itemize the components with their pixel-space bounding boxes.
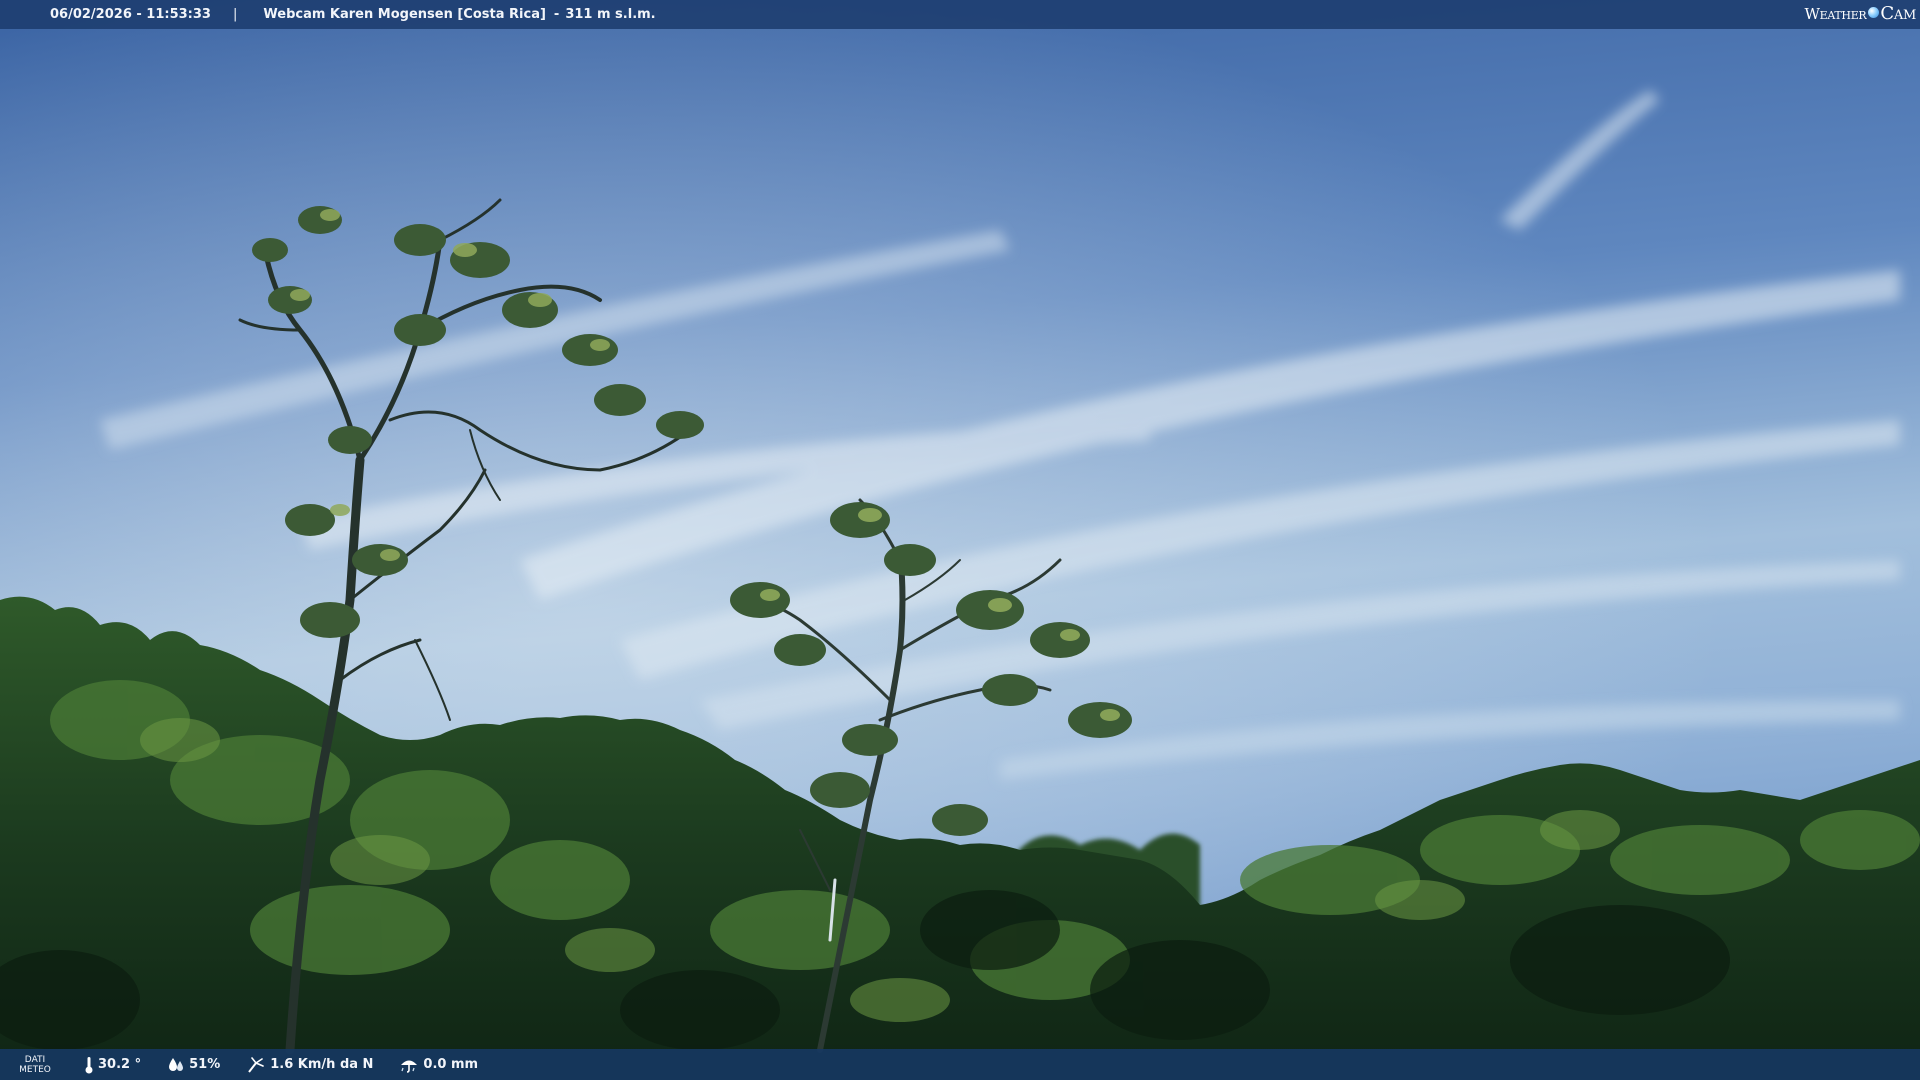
globe-icon (1868, 7, 1880, 18)
weathercam-logo: Weather Cam (1804, 3, 1916, 24)
wind-reading: 1.6 Km/h da N (246, 1056, 373, 1074)
altitude-dash: - (553, 7, 560, 22)
logo-word-weather: Weather (1804, 4, 1867, 23)
humidity-value: 51% (189, 1057, 221, 1072)
humidity-drop-icon (169, 1057, 184, 1071)
webcam-header-bar: 06/02/2026 - 11:53:33 | Webcam Karen Mog… (0, 0, 1920, 29)
weather-data-bar: DATI METEO 30.2 ° 51% 1.6 Km/h da N 0.0 … (0, 1049, 1920, 1080)
humidity-reading: 51% (167, 1057, 220, 1073)
wind-icon (248, 1056, 265, 1073)
temperature-reading: 30.2 ° (84, 1056, 141, 1074)
station-name: Webcam Karen Mogensen [Costa Rica] (263, 7, 546, 22)
wind-value: 1.6 Km/h da N (270, 1057, 374, 1072)
webcam-frame: 06/02/2026 - 11:53:33 | Webcam Karen Mog… (0, 0, 1920, 1080)
weather-data-label-line2: METEO (19, 1064, 51, 1075)
weather-data-label: DATI METEO (10, 1055, 60, 1075)
header-separator: | (232, 7, 238, 22)
logo-word-cam: Cam (1880, 3, 1916, 24)
rain-reading: 0.0 mm (399, 1057, 478, 1073)
temperature-value: 30.2 ° (98, 1057, 142, 1072)
capture-datetime: 06/02/2026 - 11:53:33 (50, 7, 211, 22)
rain-value: 0.0 mm (423, 1057, 479, 1072)
thermometer-icon (85, 1056, 93, 1073)
station-altitude: 311 m s.l.m. (565, 7, 656, 22)
weather-data-label-line1: DATI (24, 1054, 46, 1065)
rain-icon (401, 1060, 418, 1073)
webcam-image (0, 0, 1920, 1080)
